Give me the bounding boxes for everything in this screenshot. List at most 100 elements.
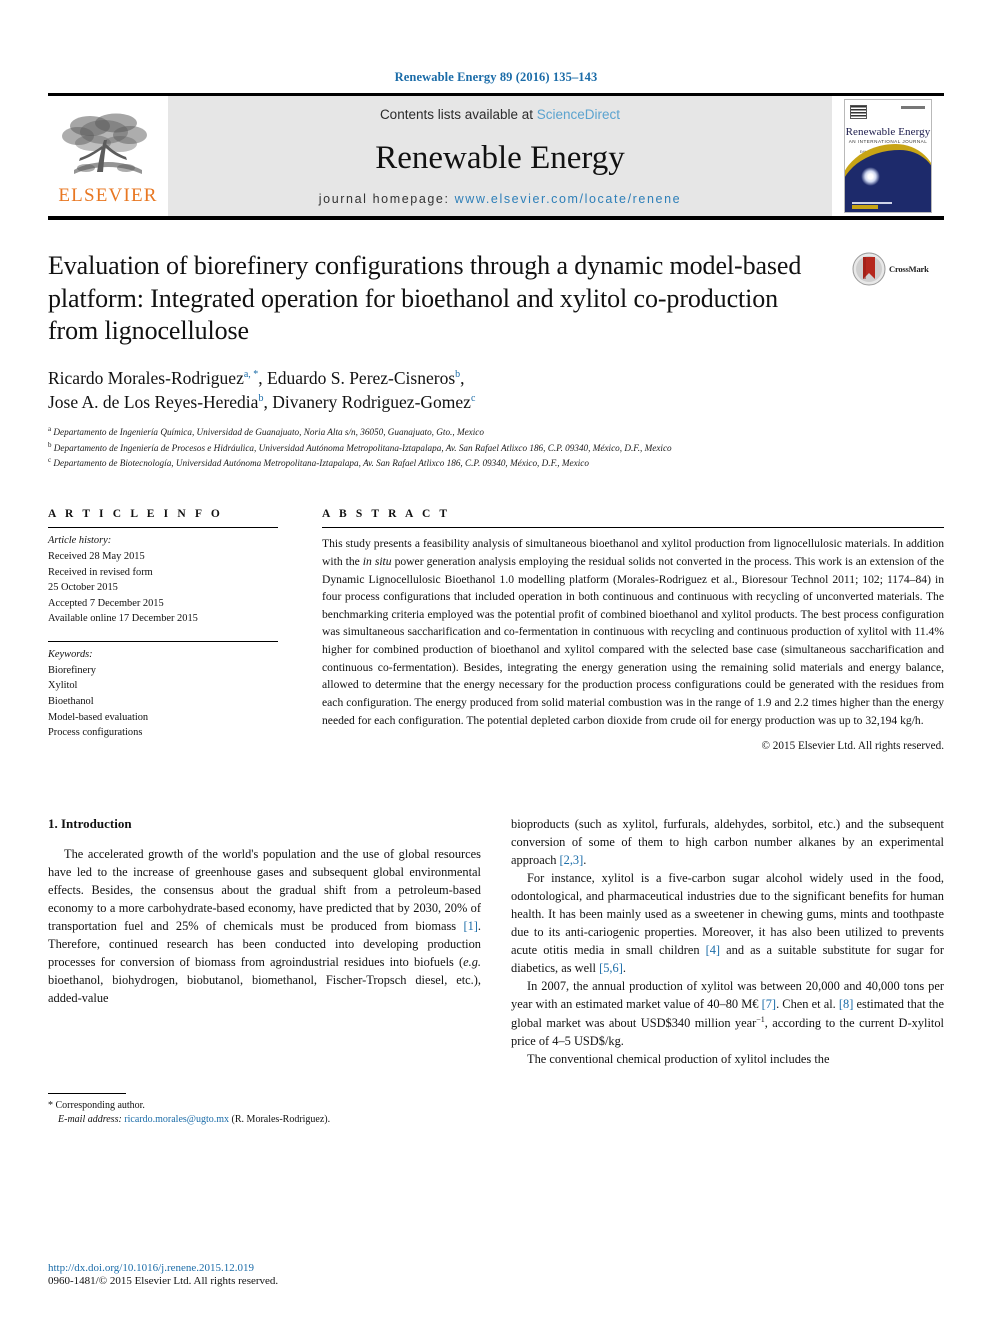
keyword-item: Bioethanol (48, 695, 94, 707)
paragraph-italic: e.g. (463, 955, 481, 970)
running-head: Renewable Energy 89 (2016) 135–143 (394, 70, 598, 84)
cover-barcode-icon (850, 105, 867, 119)
crossmark-icon (852, 252, 886, 286)
author-name: , Eduardo S. Perez-Cisneros (258, 367, 456, 388)
contents-prefix: Contents lists available at (379, 107, 537, 122)
footnote-block: * Corresponding author. E-mail address: … (48, 1092, 481, 1128)
abstract-text: This study presents a feasibility analys… (322, 528, 944, 729)
history-label: Article history: (48, 535, 112, 547)
paragraph: bioproducts (such as xylitol, furfurals,… (511, 816, 944, 870)
cover-subtitle-text: AN INTERNATIONAL JOURNAL (848, 139, 928, 144)
paragraph-text: . (622, 960, 626, 975)
history-item: Received in revised form (48, 566, 153, 578)
author-name: , Divanery Rodriguez-Gomez (263, 392, 471, 413)
contents-available-line: Contents lists available at ScienceDirec… (380, 107, 620, 122)
affiliation-item: a Departamento de Ingeniería Química, Un… (48, 424, 944, 439)
affiliation-list: a Departamento de Ingeniería Química, Un… (48, 424, 944, 470)
affiliation-text: Departamento de Ingeniería de Procesos e… (53, 442, 672, 453)
citation-ref[interactable]: [2,3] (560, 853, 584, 867)
page-footer: http://dx.doi.org/10.1016/j.renene.2015.… (48, 1262, 478, 1287)
title-block: Evaluation of biorefinery configurations… (48, 250, 944, 348)
keywords-label: Keywords: (48, 649, 93, 661)
corresponding-author-text: * Corresponding author. (48, 1099, 145, 1111)
article-history-block: Article history: Received 28 May 2015 Re… (48, 528, 278, 627)
cover-emblem-icon (861, 167, 880, 186)
journal-cover-wrapper: Renewable Energy AN INTERNATIONAL JOURNA… (832, 96, 944, 216)
crossmark-badge[interactable]: CrossMark (852, 252, 929, 286)
author-list: Ricardo Morales-Rodrigueza, *, Eduardo S… (48, 366, 944, 416)
affiliation-marker: a (48, 425, 52, 434)
citation-ref[interactable]: [5,6] (599, 961, 623, 975)
author-name: Ricardo Morales-Rodriguez (48, 367, 244, 388)
homepage-url-link[interactable]: www.elsevier.com/locate/renene (455, 192, 682, 206)
email-link[interactable]: ricardo.morales@ugto.mx (124, 1114, 229, 1125)
history-item: Accepted 7 December 2015 (48, 597, 164, 609)
left-column: 1. Introduction The accelerated growth o… (48, 816, 481, 1128)
citation-ref[interactable]: [1] (463, 919, 477, 933)
page-title: Evaluation of biorefinery configurations… (48, 251, 802, 345)
paragraph-text: . Chen et al. (776, 996, 839, 1011)
article-info-heading: A R T I C L E I N F O (48, 508, 223, 521)
cover-footer-bar (852, 201, 892, 204)
title-text-wrapper: Evaluation of biorefinery configurations… (48, 250, 852, 348)
affiliation-item: b Departamento de Ingeniería de Procesos… (48, 440, 944, 455)
citation-ref[interactable]: [4] (706, 943, 720, 957)
cover-title-text: Renewable Energy (845, 126, 931, 138)
history-item: Available online 17 December 2015 (48, 613, 198, 625)
paragraph: For instance, xylitol is a five-carbon s… (511, 870, 944, 978)
elsevier-wordmark: ELSEVIER (58, 184, 158, 206)
crossmark-label: CrossMark (889, 264, 929, 274)
citation-ref[interactable]: [7] (762, 997, 776, 1011)
paragraph: In 2007, the annual production of xylito… (511, 978, 944, 1051)
paragraph: The conventional chemical production of … (511, 1051, 944, 1069)
abstract-italic-term: in situ (362, 555, 392, 569)
author-name: Jose A. de Los Reyes-Heredia (48, 392, 259, 413)
journal-homepage-line: journal homepage: www.elsevier.com/locat… (319, 192, 681, 206)
article-info-column: A R T I C L E I N F O Article history: R… (48, 508, 278, 752)
abstract-heading: A B S T R A C T (322, 508, 451, 521)
crossmark-area: CrossMark (852, 250, 944, 348)
superscript-exponent: −1 (756, 1014, 765, 1024)
email-label: E-mail address: (58, 1114, 122, 1126)
homepage-prefix: journal homepage: (318, 192, 455, 206)
keyword-item: Process configurations (48, 727, 143, 739)
section-heading-introduction: 1. Introduction (48, 816, 132, 832)
paragraph-text: The conventional chemical production of … (527, 1052, 830, 1067)
email-suffix: (R. Morales-Rodriguez). (229, 1114, 331, 1126)
paragraph-text: . (583, 853, 587, 868)
paragraph: The accelerated growth of the world's po… (48, 846, 481, 1008)
journal-cover-image: Renewable Energy AN INTERNATIONAL JOURNA… (844, 99, 932, 213)
journal-masthead: ELSEVIER Contents lists available at Sci… (48, 96, 944, 216)
affiliation-item: c Departamento de Biotecnología, Univers… (48, 455, 944, 470)
sciencedirect-link[interactable]: ScienceDirect (537, 107, 620, 122)
elsevier-tree-icon (62, 113, 147, 174)
affiliation-marker: c (48, 456, 52, 464)
paragraph-text: bioethanol, biohydrogen, biobutanol, bio… (48, 973, 481, 1005)
abstract-column: A B S T R A C T This study presents a fe… (322, 508, 944, 752)
right-column: bioproducts (such as xylitol, furfurals,… (511, 816, 944, 1128)
author-line-2: Jose A. de Los Reyes-Herediab, Divanery … (48, 390, 944, 415)
author-affil-marker: b (455, 368, 461, 380)
doi-link[interactable]: http://dx.doi.org/10.1016/j.renene.2015.… (48, 1262, 478, 1274)
elsevier-logo: ELSEVIER (48, 96, 168, 216)
paragraph-text: The accelerated growth of the world's po… (48, 847, 481, 934)
abstract-part-2: power generation analysis employing the … (322, 555, 944, 727)
affiliation-text: Departamento de Ingeniería Química, Univ… (53, 427, 484, 438)
author-affil-marker: a, * (243, 368, 259, 380)
keywords-block: Keywords: Biorefinery Xylitol Bioethanol… (48, 642, 278, 741)
paper-page: Renewable Energy 89 (2016) 135–143 ELSEV… (0, 0, 992, 1323)
affiliation-text: Departamento de Biotecnología, Universid… (53, 458, 589, 469)
masthead-center-panel: Contents lists available at ScienceDirec… (168, 96, 832, 216)
author-line-1: Ricardo Morales-Rodrigueza, *, Eduardo S… (48, 367, 465, 388)
history-item: 25 October 2015 (48, 582, 118, 594)
history-item: Received 28 May 2015 (48, 551, 145, 563)
cover-issn-bar (901, 106, 925, 109)
footnote-rule (48, 1092, 126, 1094)
body-columns: 1. Introduction The accelerated growth o… (48, 816, 944, 1128)
cover-footer-accent (852, 205, 878, 209)
citation-ref[interactable]: [8] (839, 997, 853, 1011)
journal-title: Renewable Energy (375, 139, 625, 176)
keyword-item: Xylitol (48, 680, 78, 692)
affiliation-marker: b (48, 440, 52, 449)
